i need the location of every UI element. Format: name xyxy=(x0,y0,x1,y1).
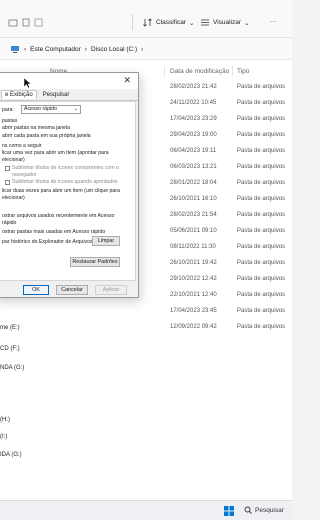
paste-icon[interactable] xyxy=(34,18,44,27)
taskbar: Pesquisar xyxy=(0,500,292,520)
search-label: Pesquisar xyxy=(255,506,284,514)
option-double-click-cont: elecionar) xyxy=(2,195,25,201)
column-header-type[interactable]: Tipo xyxy=(237,68,249,75)
apply-button[interactable]: Aplicar xyxy=(95,285,127,295)
option-underline-browser-cont: navegador xyxy=(12,172,37,178)
nav-item-drive[interactable]: CD (F:) xyxy=(0,346,20,352)
restore-defaults-button[interactable]: Restaurar Padrões xyxy=(70,257,120,267)
ok-button[interactable]: OK xyxy=(23,285,49,295)
option-underline-hover: Sublinhar títulos de ícones quando apont… xyxy=(12,179,118,185)
option-show-frequent[interactable]: ostrar pastas mais usadas em Acesso rápi… xyxy=(2,229,105,235)
dialog-titlebar[interactable]: ✕ xyxy=(0,73,138,89)
chevron-right-icon: › xyxy=(24,45,27,53)
sort-label: Classificar xyxy=(156,19,186,26)
general-panel: para: Acesso rápido ⌄ pastas abrir pasta… xyxy=(0,101,136,281)
search-icon xyxy=(244,506,252,514)
option-single-click-cont: elecionar) xyxy=(2,157,25,163)
taskbar-search[interactable]: Pesquisar xyxy=(244,506,284,514)
tab-search[interactable]: Pesquisar xyxy=(43,92,70,98)
cut-icon[interactable] xyxy=(8,18,18,27)
option-show-recent[interactable]: ostrar arquivos usados recentemente em A… xyxy=(2,213,114,219)
section-browse-folders: pastas xyxy=(2,118,18,124)
computer-icon xyxy=(11,45,19,53)
copy-icon[interactable] xyxy=(21,18,31,27)
chevron-right-icon: › xyxy=(84,45,87,53)
view-icon xyxy=(201,19,209,26)
checkbox-underline-browser[interactable] xyxy=(5,166,10,171)
section-click-items: ns como a seguir xyxy=(2,143,42,149)
option-double-click[interactable]: licar duas vezes para abrir um item (um … xyxy=(2,188,120,194)
nav-item-drive[interactable]: me (E:) xyxy=(0,325,20,331)
open-explorer-label: para: xyxy=(2,107,14,113)
option-same-window[interactable]: abrir pastas na mesma janela xyxy=(2,125,70,131)
option-show-recent-cont: rápido xyxy=(2,220,17,226)
nav-item-drive[interactable]: NDA (G:) xyxy=(0,365,24,371)
chevron-down-icon: ⌄ xyxy=(244,19,250,27)
nav-item-drive[interactable]: (H:) xyxy=(0,417,10,423)
address-bar[interactable]: › Este Computador › Disco Local (C:) › xyxy=(0,38,292,60)
sort-button[interactable]: Classificar ⌄ xyxy=(143,18,194,27)
sort-icon xyxy=(143,18,152,27)
close-icon[interactable]: ✕ xyxy=(123,75,131,86)
view-button[interactable]: Visualizar ⌄ xyxy=(200,18,250,27)
column-divider[interactable] xyxy=(232,66,233,76)
nav-item-drive[interactable]: IDA (G:) xyxy=(0,452,22,458)
folder-options-dialog: ✕ e Exibição Pesquisar para: Acesso rápi… xyxy=(0,72,139,298)
breadcrumb-local-disk[interactable]: Disco Local (C:) xyxy=(91,46,137,53)
table-row[interactable]: 12/09/2022 09:42 Pasta de arquivos xyxy=(0,320,292,336)
clear-history-label: par histórico do Explorador de Arquivos xyxy=(2,239,93,245)
cancel-button[interactable]: Cancelar xyxy=(56,285,88,295)
windows-start-icon[interactable] xyxy=(224,506,234,516)
breadcrumb-this-pc[interactable]: Este Computador xyxy=(30,46,81,53)
command-bar: Classificar ⌄ Visualizar ⌄ ··· xyxy=(0,0,292,38)
nav-item-drive[interactable]: (I:) xyxy=(0,434,7,440)
checkbox-underline-hover[interactable] xyxy=(5,180,10,185)
more-options-button[interactable]: ··· xyxy=(270,18,277,25)
chevron-down-icon: ⌄ xyxy=(188,19,195,27)
clear-button[interactable]: Limpar xyxy=(92,236,120,246)
mouse-cursor-icon xyxy=(24,78,32,89)
dialog-tabs: e Exibição Pesquisar xyxy=(0,89,138,101)
open-explorer-select[interactable]: Acesso rápido ⌄ xyxy=(21,105,81,114)
chevron-down-icon: ⌄ xyxy=(73,106,78,112)
option-underline-browser: Sublinhar títulos de ícones consistentes… xyxy=(12,165,119,171)
column-divider[interactable] xyxy=(164,66,165,76)
toolbar-separator xyxy=(132,14,133,30)
table-row[interactable]: 17/04/2023 23:45 Pasta de arquivos xyxy=(0,304,292,320)
chevron-right-icon: › xyxy=(141,45,144,53)
toolbar-icons-left[interactable] xyxy=(8,18,44,27)
tab-view[interactable]: e Exibição xyxy=(1,90,37,99)
column-header-date[interactable]: Data de modificação xyxy=(170,68,229,75)
more-icon: ··· xyxy=(270,18,277,25)
view-label: Visualizar xyxy=(213,19,242,26)
option-own-window[interactable]: abrir cada pasta em sua própria janela xyxy=(2,133,91,139)
option-single-click[interactable]: licar uma vez para abrir um item (aponta… xyxy=(2,150,109,156)
